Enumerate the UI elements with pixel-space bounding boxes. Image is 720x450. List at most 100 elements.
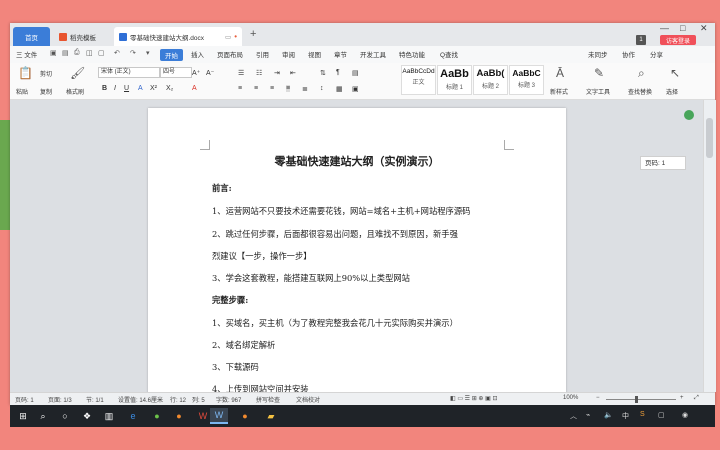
bold-icon[interactable]: B xyxy=(102,85,107,92)
align-right-icon[interactable]: ≡ xyxy=(270,85,274,92)
paste-icon[interactable]: 📋 xyxy=(18,66,33,80)
taskbar-edge-icon[interactable]: e xyxy=(124,408,142,424)
new-style-button[interactable]: 新样式 xyxy=(550,87,568,96)
ime-language[interactable]: 中 xyxy=(622,411,629,421)
style-normal[interactable]: AaBbCcDd 正文 xyxy=(401,65,436,95)
tab-home[interactable]: 首页 xyxy=(13,27,50,46)
numbering-icon[interactable]: ☷ xyxy=(256,69,262,77)
format-painter-icon[interactable]: 🖌 xyxy=(70,66,85,80)
copy-button[interactable]: 复制 xyxy=(40,87,52,96)
font-name-select[interactable]: 宋体 (正文) xyxy=(98,67,160,78)
tab-templates[interactable]: 稻壳模板 xyxy=(54,27,112,46)
save-icon[interactable]: ▣ xyxy=(50,49,57,57)
taskbar-firefox-icon[interactable]: ● xyxy=(170,408,188,424)
menu-page-layout[interactable]: 页面布局 xyxy=(217,49,243,59)
tab-document[interactable]: 零基础快速建站大纲.docx ▭ • xyxy=(114,27,242,46)
new-style-icon[interactable]: Ā xyxy=(556,66,564,80)
folder-icon[interactable]: ▤ xyxy=(62,49,69,57)
italic-icon[interactable]: I xyxy=(114,85,116,92)
text-tools-button[interactable]: 文字工具 xyxy=(586,87,610,96)
justify-icon[interactable]: ≡ xyxy=(286,85,291,92)
zoom-level[interactable]: 100% xyxy=(563,395,578,401)
search-icon[interactable]: ⌕ xyxy=(638,66,645,81)
decrease-font-icon[interactable]: A⁻ xyxy=(206,69,214,77)
show-marks-icon[interactable]: ¶ xyxy=(336,69,340,76)
scrollbar-thumb[interactable] xyxy=(706,118,713,158)
start-windows-icon[interactable]: ⊞ xyxy=(14,408,32,424)
spellcheck-button[interactable]: 拼写检查 xyxy=(256,395,280,404)
select-arrow-icon[interactable]: ↖ xyxy=(670,66,680,80)
superscript-icon[interactable]: X² xyxy=(150,85,157,92)
outdent-icon[interactable]: ⇤ xyxy=(290,69,296,77)
font-color-icon[interactable]: A xyxy=(138,85,143,92)
taskbar-wps-writer-icon[interactable]: W xyxy=(210,408,228,424)
status-page[interactable]: 页码: 1 xyxy=(15,395,34,404)
undo-icon[interactable]: ↶ xyxy=(114,49,120,57)
find-replace-button[interactable]: 查找替换 xyxy=(628,87,652,96)
menu-developer[interactable]: 开发工具 xyxy=(360,49,386,59)
increase-font-icon[interactable]: A⁺ xyxy=(192,69,200,77)
taskbar-store-icon[interactable]: ▥ xyxy=(100,408,118,424)
style-heading-3[interactable]: AaBbC 标题 3 xyxy=(509,65,544,95)
text-tools-icon[interactable]: ✎ xyxy=(594,66,604,80)
text-highlight-icon[interactable]: A xyxy=(192,85,197,92)
underline-icon[interactable]: U xyxy=(124,85,129,92)
tray-notification-icon[interactable]: ▢ xyxy=(658,411,665,419)
taskbar-search-icon[interactable]: ⌕ xyxy=(34,408,52,424)
share-button[interactable]: 分享 xyxy=(650,49,663,59)
zoom-slider[interactable] xyxy=(606,399,676,400)
distribute-icon[interactable]: ≣ xyxy=(302,85,308,93)
ime-sogou-icon[interactable]: S xyxy=(640,411,645,418)
tab-close-icon[interactable]: ▭ xyxy=(225,33,231,41)
zoom-out-icon[interactable]: − xyxy=(596,395,600,401)
zoom-slider-handle[interactable] xyxy=(635,396,638,403)
preview-icon[interactable]: ◫ xyxy=(86,49,93,57)
dropdown-icon[interactable]: ▾ xyxy=(146,49,150,57)
sync-status[interactable]: 未同步 xyxy=(588,49,608,59)
tray-network-icon[interactable]: ⌁ xyxy=(586,411,590,419)
align-center-icon[interactable]: ≡ xyxy=(254,85,258,92)
indent-icon[interactable]: ⇥ xyxy=(274,69,280,77)
restore-icon[interactable]: □ xyxy=(680,23,685,33)
login-button[interactable]: 访客登录 xyxy=(660,35,696,45)
vertical-scrollbar[interactable] xyxy=(703,100,716,392)
menu-references[interactable]: 引用 xyxy=(256,49,269,59)
redo-icon[interactable]: ↷ xyxy=(130,49,136,57)
style-heading-2[interactable]: AaBb( 标题 2 xyxy=(473,65,508,95)
borders-icon[interactable]: ▣ xyxy=(352,85,359,93)
menu-view[interactable]: 视图 xyxy=(308,49,321,59)
menu-chapter[interactable]: 章节 xyxy=(334,49,347,59)
shading-icon[interactable]: ▦ xyxy=(336,85,343,93)
menu-insert[interactable]: 插入 xyxy=(191,49,204,59)
menu-file[interactable]: 三 文件 xyxy=(16,49,37,59)
collaborate-button[interactable]: 协作 xyxy=(622,49,635,59)
tray-volume-icon[interactable]: 🔈 xyxy=(604,411,613,419)
zoom-in-icon[interactable]: + xyxy=(680,395,684,401)
align-left-icon[interactable]: ≡ xyxy=(238,85,242,92)
select-button[interactable]: 选择 xyxy=(666,87,678,96)
menu-review[interactable]: 审阅 xyxy=(282,49,295,59)
close-icon[interactable]: ✕ xyxy=(700,23,708,34)
taskbar-360-icon[interactable]: ● xyxy=(148,408,166,424)
sort-icon[interactable]: ⇅ xyxy=(320,69,326,77)
taskbar-firefox2-icon[interactable]: ● xyxy=(236,408,254,424)
paste-label[interactable]: 粘贴 xyxy=(16,87,28,96)
export-icon[interactable]: ▢ xyxy=(98,49,105,57)
taskbar-app-grid-icon[interactable]: ❖ xyxy=(78,408,96,424)
style-heading-1[interactable]: AaBb 标题 1 xyxy=(437,65,472,95)
menu-search[interactable]: Q查找 xyxy=(440,49,458,59)
line-spacing-icon[interactable]: ↕ xyxy=(320,85,324,92)
fit-page-icon[interactable]: ⤢ xyxy=(694,395,699,402)
taskbar-folder-icon[interactable]: ▰ xyxy=(262,408,280,424)
cut-button[interactable]: 剪切 xyxy=(40,69,52,78)
task-view-icon[interactable]: ○ xyxy=(56,408,74,424)
tray-app-icon[interactable]: ◉ xyxy=(682,411,688,419)
bullets-icon[interactable]: ☰ xyxy=(238,69,244,77)
minimize-icon[interactable]: — xyxy=(660,23,669,33)
print-icon[interactable]: ⎙ xyxy=(74,49,80,57)
format-painter-label[interactable]: 格式刷 xyxy=(66,87,84,96)
menu-home[interactable]: 开始 xyxy=(160,49,183,61)
new-tab-plus-icon[interactable]: + xyxy=(250,28,256,40)
font-size-select[interactable]: 四号 xyxy=(160,67,192,78)
table-icon[interactable]: ▤ xyxy=(352,69,359,77)
